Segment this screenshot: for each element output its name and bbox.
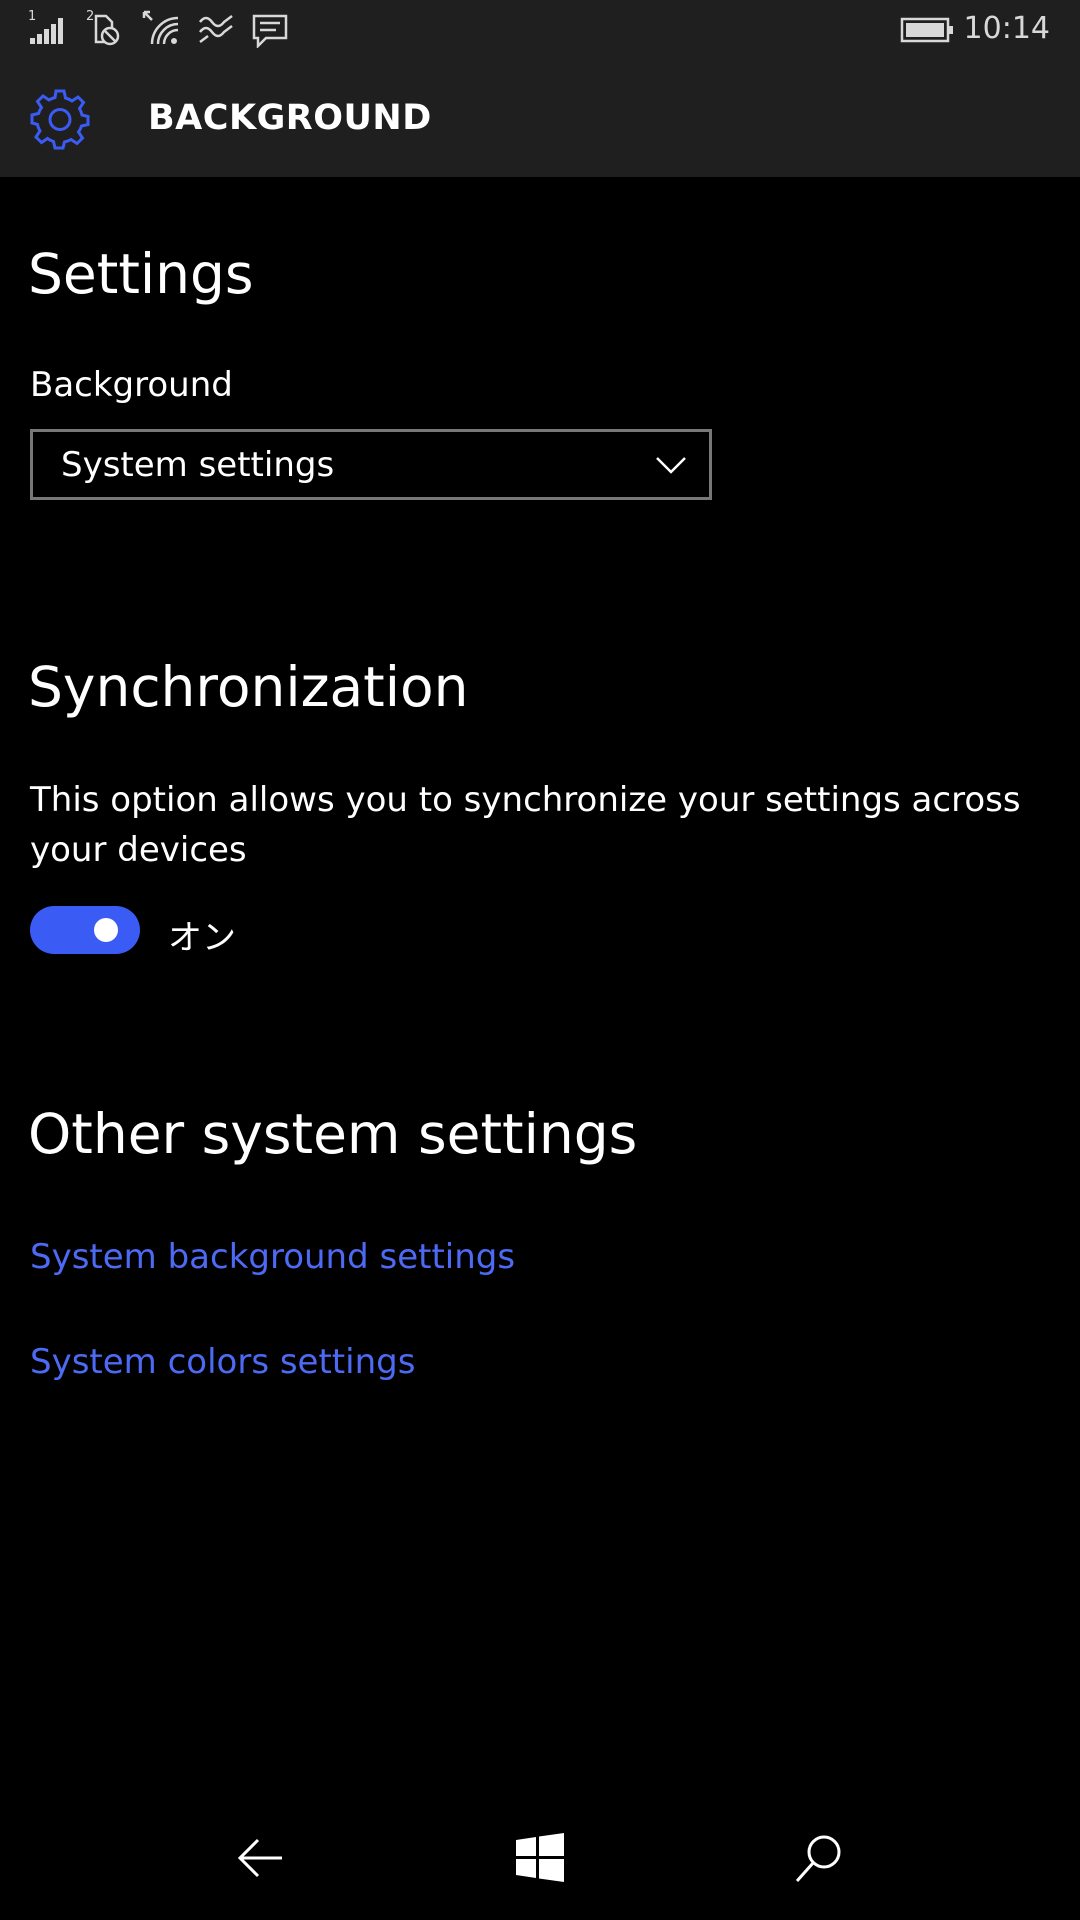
background-label: Background (30, 365, 233, 405)
sync-toggle[interactable] (30, 906, 140, 954)
background-dropdown[interactable]: System settings (30, 429, 712, 500)
sim1-label: 1 (28, 9, 36, 24)
chevron-down-icon (655, 454, 687, 480)
navigation-bar (0, 1800, 1080, 1920)
system-colors-settings-link[interactable]: System colors settings (30, 1342, 415, 1382)
synchronization-heading: Synchronization (28, 655, 469, 719)
windows-start-icon[interactable] (512, 1830, 568, 1890)
status-clock: 10:14 (963, 11, 1050, 46)
app-header: BACKGROUND (0, 62, 1080, 177)
settings-heading: Settings (28, 242, 254, 306)
search-icon[interactable] (792, 1830, 848, 1890)
data-sense-icon (196, 8, 236, 52)
sync-toggle-label: オン (168, 918, 236, 958)
toggle-knob (94, 918, 118, 942)
other-settings-heading: Other system settings (28, 1102, 638, 1166)
synchronization-description: This option allows you to synchronize yo… (30, 780, 1021, 870)
gear-icon (28, 87, 92, 155)
back-arrow-icon[interactable] (232, 1830, 288, 1890)
battery-icon (900, 16, 954, 48)
system-background-settings-link[interactable]: System background settings (30, 1237, 515, 1277)
no-sim-icon: 2 (84, 8, 124, 52)
status-bar: 1 2 10:14 (0, 0, 1080, 62)
sim2-label: 2 (86, 9, 94, 24)
signal-bars-icon: 1 (26, 8, 70, 52)
message-icon (250, 8, 290, 52)
main-content: Settings Background System settings Sync… (0, 177, 1080, 1777)
page-title: BACKGROUND (148, 98, 432, 138)
wifi-icon (140, 8, 182, 52)
background-dropdown-value: System settings (61, 445, 335, 485)
